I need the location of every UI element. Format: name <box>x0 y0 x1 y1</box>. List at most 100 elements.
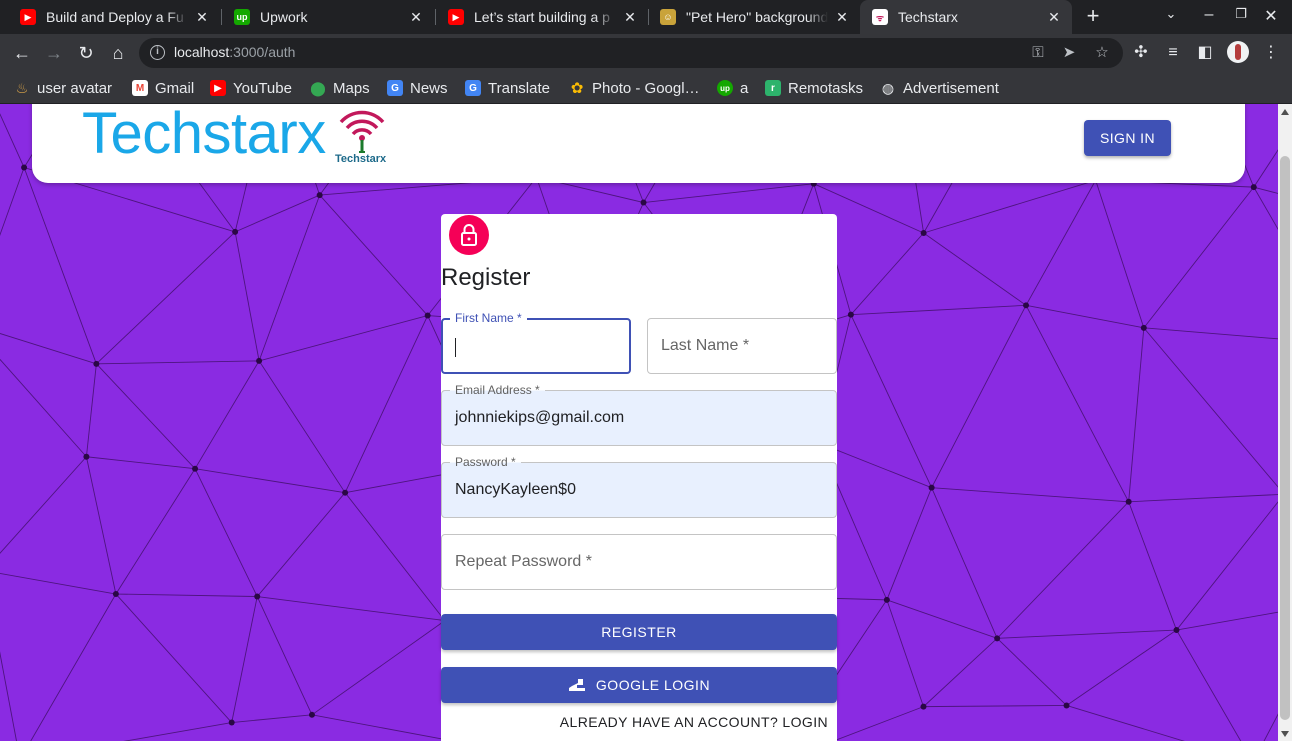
logo-wifi-icon <box>339 110 385 153</box>
mesh-line <box>931 487 1129 503</box>
bookmark-a[interactable]: up a <box>717 77 748 99</box>
close-tab-icon[interactable]: ✕ <box>408 9 424 26</box>
mesh-node <box>308 711 315 718</box>
last-name-field[interactable]: Last Name * <box>647 318 837 374</box>
mesh-node <box>883 596 890 603</box>
profile-avatar-icon[interactable] <box>1227 41 1249 63</box>
bookmark-remotasks[interactable]: r Remotasks <box>765 77 863 99</box>
forward-icon[interactable]: → <box>42 41 66 65</box>
mesh-node <box>640 199 647 206</box>
google-login-button[interactable]: GOOGLE LOGIN <box>441 667 837 703</box>
mesh-line <box>923 705 1067 708</box>
mesh-line <box>86 456 196 470</box>
reading-list-icon[interactable]: ≡ <box>1161 41 1185 65</box>
tab-pet-hero[interactable]: ☺ "Pet Hero" background ✕ <box>648 0 860 34</box>
bookmark-translate[interactable]: G Translate <box>465 77 550 99</box>
back-icon[interactable]: ← <box>10 41 34 65</box>
tab-build-deploy[interactable]: ▶ Build and Deploy a Fu ✕ <box>8 0 220 34</box>
mesh-line <box>23 167 97 364</box>
browser-toolbar: ← → ↻ ⌂ i localhost:3000/auth ⚿ ➤ ☆ ✣ ≡ … <box>0 34 1292 72</box>
already-have-account-link[interactable]: ALREADY HAVE AN ACCOUNT? LOGIN <box>560 714 828 730</box>
mesh-line <box>923 232 1027 306</box>
close-tab-icon[interactable]: ✕ <box>622 9 638 26</box>
minimize-icon[interactable]: – <box>1198 6 1220 24</box>
tab-lets-start[interactable]: ▶ Let’s start building a p ✕ <box>436 0 648 34</box>
mesh-line <box>1143 327 1278 488</box>
mesh-line <box>1143 327 1278 340</box>
bookmark-maps[interactable]: ⬤ Maps <box>310 77 370 99</box>
bookmark-label: YouTube <box>233 79 292 97</box>
first-name-field[interactable]: First Name * <box>441 311 631 374</box>
mesh-node <box>1250 184 1257 191</box>
bookmark-news[interactable]: G News <box>387 77 448 99</box>
form-title: Register <box>441 264 531 291</box>
mesh-line <box>115 593 233 723</box>
send-icon[interactable]: ➤ <box>1058 42 1080 64</box>
mesh-line <box>886 599 998 639</box>
upwork-icon: up <box>717 80 733 96</box>
mesh-line <box>850 232 924 315</box>
mesh-line <box>1253 149 1278 188</box>
mesh-line <box>886 487 933 601</box>
scroll-down-icon[interactable] <box>1281 731 1289 737</box>
url-path: :3000/auth <box>229 44 296 60</box>
password-field[interactable]: Password * NancyKayleen$0 <box>441 455 837 518</box>
mesh-line <box>344 315 429 493</box>
youtube-icon: ▶ <box>210 80 226 96</box>
text-caret <box>455 338 456 357</box>
email-field[interactable]: Email Address * johnniekips@gmail.com <box>441 383 837 446</box>
side-panel-icon[interactable]: ◧ <box>1193 41 1217 65</box>
password-label: Password * <box>450 455 521 469</box>
mesh-line <box>850 304 1027 316</box>
close-tab-icon[interactable]: ✕ <box>834 9 850 26</box>
address-bar[interactable]: i localhost:3000/auth ⚿ ➤ ☆ <box>139 38 1123 68</box>
repeat-password-field[interactable]: Repeat Password * <box>441 534 837 590</box>
bookmark-user-avatar[interactable]: ♨ user avatar <box>14 77 112 99</box>
close-tab-icon[interactable]: ✕ <box>194 9 210 26</box>
gmail-icon: M <box>132 80 148 96</box>
mesh-line <box>1025 180 1097 306</box>
lock-avatar <box>449 215 489 255</box>
new-tab-icon[interactable]: + <box>1081 5 1105 29</box>
site-info-icon[interactable]: i <box>150 45 165 60</box>
bookmark-gmail[interactable]: M Gmail <box>132 77 194 99</box>
mesh-line <box>96 360 260 365</box>
bookmarks-bar: ♨ user avatar M Gmail ▶ YouTube ⬤ Maps G… <box>0 72 1292 104</box>
mesh-node <box>83 453 90 460</box>
page-scrollbar[interactable] <box>1278 104 1292 741</box>
restore-icon[interactable]: ❐ <box>1230 6 1252 22</box>
mesh-line <box>0 333 97 365</box>
mesh-line <box>194 468 258 597</box>
last-name-placeholder: Last Name * <box>661 337 750 354</box>
mesh-node <box>847 311 854 318</box>
key-icon[interactable]: ⚿ <box>1027 42 1049 64</box>
bookmark-label: Remotasks <box>788 79 864 97</box>
mesh-line <box>344 492 446 621</box>
scrollbar-thumb[interactable] <box>1280 156 1290 720</box>
mesh-line <box>997 629 1177 639</box>
close-tab-icon[interactable]: ✕ <box>1046 9 1062 26</box>
mesh-line <box>256 492 346 597</box>
home-icon[interactable]: ⌂ <box>106 41 130 65</box>
bookmark-advertisement[interactable]: ◍ Advertisement <box>880 77 999 99</box>
scroll-up-icon[interactable] <box>1281 109 1289 115</box>
menu-kebab-icon[interactable]: ⋮ <box>1259 41 1283 65</box>
reload-icon[interactable]: ↻ <box>74 41 98 65</box>
logo-text[interactable]: Techstarx <box>82 104 326 168</box>
bookmark-youtube[interactable]: ▶ YouTube <box>210 77 292 99</box>
tab-techstarx[interactable]: ᯤ Techstarx ✕ <box>860 0 1072 34</box>
star-icon[interactable]: ☆ <box>1091 42 1113 64</box>
remotasks-icon: r <box>765 80 781 96</box>
register-button[interactable]: REGISTER <box>441 614 837 650</box>
mesh-line <box>85 456 117 595</box>
tab-search-chevron-icon[interactable]: ⌄ <box>1160 6 1182 22</box>
extensions-icon[interactable]: ✣ <box>1129 41 1153 65</box>
bookmark-photos[interactable]: ✿ Photo - Googl… <box>569 77 700 99</box>
url-text[interactable]: localhost:3000/auth <box>174 44 295 60</box>
mesh-node <box>316 192 323 199</box>
mesh-line <box>931 487 998 639</box>
close-window-icon[interactable]: ✕ <box>1260 6 1282 26</box>
sign-in-button[interactable]: SIGN IN <box>1084 120 1171 156</box>
tab-upwork[interactable]: up Upwork ✕ <box>222 0 434 34</box>
mesh-line <box>0 573 116 595</box>
